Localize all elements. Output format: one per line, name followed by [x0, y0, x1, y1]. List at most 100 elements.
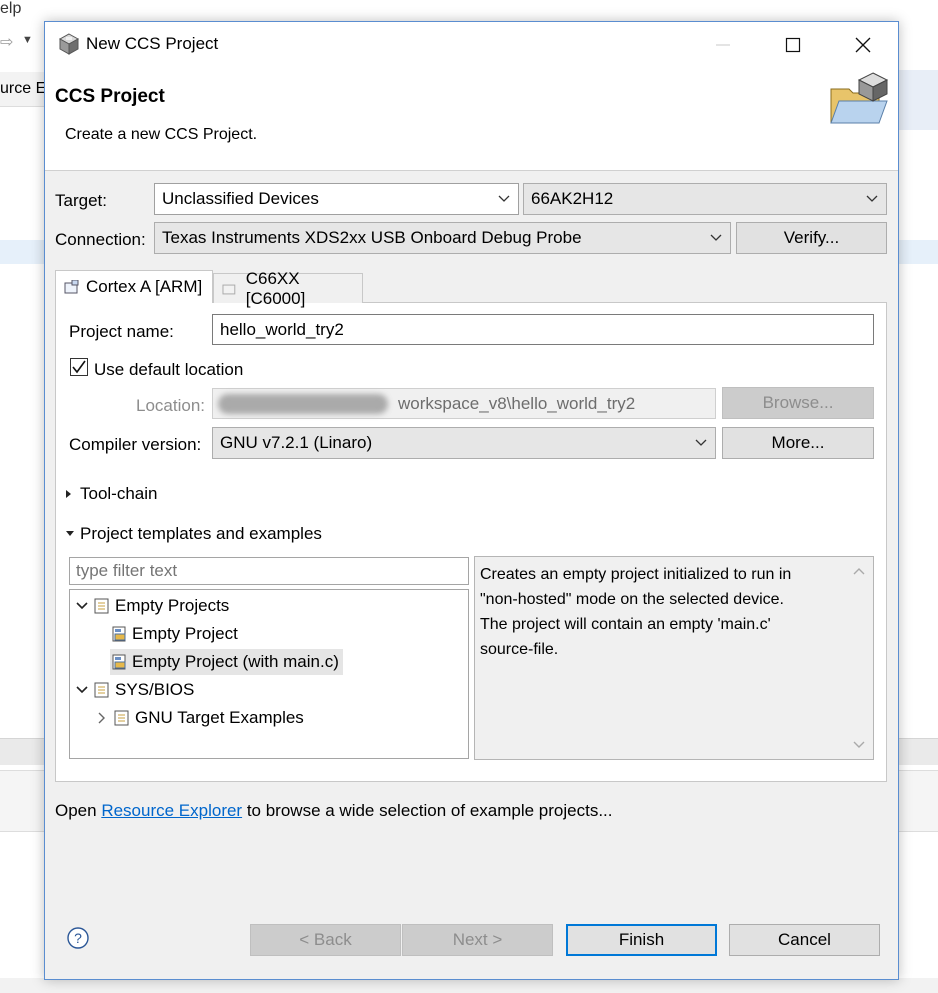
hint-prefix: Open	[55, 801, 102, 820]
help-icon[interactable]: ?	[67, 927, 89, 949]
templates-section-toggle[interactable]: Project templates and examples	[65, 524, 322, 544]
background-panel-area-right	[898, 770, 938, 832]
tree-item-empty-project-with-main[interactable]: Empty Project (with main.c)	[110, 649, 343, 675]
background-panel-strip	[0, 738, 46, 765]
core-icon	[64, 280, 79, 294]
background-panel-area	[0, 770, 46, 832]
scroll-up-icon[interactable]	[853, 567, 865, 575]
description-line: The project will contain an empty 'main.…	[480, 616, 771, 633]
scroll-down-icon[interactable]	[853, 741, 865, 749]
tree-item-empty-projects[interactable]: Empty Projects	[76, 593, 229, 619]
dropdown-arrow-icon: ▼	[22, 34, 33, 46]
expanded-arrow-icon	[66, 531, 74, 536]
more-button[interactable]: More...	[722, 427, 874, 459]
hint-suffix: to browse a wide selection of example pr…	[242, 801, 613, 820]
chevron-down-icon	[866, 195, 878, 202]
tab-label: Cortex A [ARM]	[86, 277, 203, 296]
cancel-button[interactable]: Cancel	[729, 924, 880, 956]
template-description-text: Creates an empty project initialized to …	[480, 562, 850, 662]
maximize-button[interactable]	[765, 22, 821, 67]
tree-item-gnu-target-examples[interactable]: GNU Target Examples	[98, 705, 304, 731]
collapsed-arrow-icon	[66, 490, 71, 498]
background-panel-strip-right	[898, 738, 938, 765]
verify-button[interactable]: Verify...	[736, 222, 887, 254]
redacted-path-blur	[218, 394, 388, 414]
description-line: "non-hosted" mode on the selected device…	[480, 591, 784, 608]
expanded-chevron-icon	[76, 602, 88, 610]
template-folder-icon	[94, 598, 109, 614]
connection-label: Connection:	[55, 230, 146, 249]
target-device-select[interactable]: 66AK2H12	[523, 183, 887, 215]
chevron-down-icon	[695, 439, 707, 446]
project-name-label: Project name:	[69, 322, 174, 341]
wizard-header: CCS Project Create a new CCS Project.	[45, 67, 898, 171]
background-toolbar: ⇨ ▼	[0, 26, 46, 62]
target-label: Target:	[55, 191, 107, 210]
template-folder-icon	[114, 710, 129, 726]
minimize-button[interactable]	[695, 22, 751, 67]
page-title: CCS Project	[55, 86, 165, 107]
background-status-bar	[0, 978, 938, 993]
close-icon	[855, 37, 871, 52]
use-default-location-checkbox[interactable]	[70, 358, 88, 376]
target-family-select[interactable]: Unclassified Devices	[154, 183, 519, 215]
background-selection-left	[0, 240, 46, 264]
target-family-value: Unclassified Devices	[162, 189, 319, 208]
connection-value: Texas Instruments XDS2xx USB Onboard Deb…	[162, 228, 582, 247]
ccs-cube-icon	[58, 33, 80, 55]
collapsed-chevron-icon	[98, 712, 105, 724]
project-template-icon	[112, 654, 126, 670]
project-name-input[interactable]: hello_world_try2	[212, 314, 874, 345]
next-button[interactable]: Next >	[402, 924, 553, 956]
toolchain-section-toggle[interactable]: Tool-chain	[65, 484, 158, 504]
browse-button[interactable]: Browse...	[722, 387, 874, 419]
background-selection-right	[898, 240, 938, 264]
minimize-icon	[716, 44, 730, 45]
expanded-chevron-icon	[76, 686, 88, 694]
background-menu-fragment: elp	[0, 0, 22, 17]
use-default-location-label: Use default location	[94, 360, 244, 379]
chevron-down-icon	[710, 234, 722, 241]
template-filter-input[interactable]	[69, 557, 469, 585]
chevron-down-icon	[498, 195, 510, 202]
close-button[interactable]	[835, 22, 891, 67]
tab-cortex-a-arm[interactable]: Cortex A [ARM]	[55, 270, 213, 303]
background-tab-fragment: urce E	[0, 72, 46, 107]
background-right-panel	[898, 70, 938, 130]
page-description: Create a new CCS Project.	[65, 126, 258, 143]
toolchain-section-label: Tool-chain	[80, 484, 158, 503]
forward-arrow-icon: ⇨	[0, 34, 14, 51]
tree-item-label: Empty Projects	[115, 596, 230, 615]
tree-item-label: Empty Project (with main.c)	[132, 652, 339, 671]
project-template-icon	[112, 626, 126, 642]
tree-item-sysbios[interactable]: SYS/BIOS	[76, 677, 194, 703]
svg-text:?: ?	[74, 930, 82, 946]
maximize-icon	[785, 37, 801, 52]
target-device-value: 66AK2H12	[531, 189, 614, 208]
tree-item-label: SYS/BIOS	[115, 680, 195, 699]
new-project-folder-icon	[830, 72, 889, 124]
template-tree: Empty Projects Empty Project Empty Proje…	[69, 589, 469, 759]
description-line: source-file.	[480, 641, 559, 658]
new-ccs-project-dialog: New CCS Project CCS Project Create a new…	[44, 21, 899, 980]
title-bar[interactable]: New CCS Project	[45, 22, 898, 67]
dialog-title: New CCS Project	[86, 34, 219, 53]
core-icon	[222, 284, 236, 294]
checkmark-icon	[72, 360, 86, 374]
tree-item-label: Empty Project	[132, 624, 238, 643]
template-description-box: Creates an empty project initialized to …	[474, 556, 874, 760]
compiler-version-value: GNU v7.2.1 (Linaro)	[220, 433, 373, 452]
connection-select[interactable]: Texas Instruments XDS2xx USB Onboard Deb…	[154, 222, 731, 254]
compiler-version-label: Compiler version:	[69, 435, 202, 454]
resource-explorer-link[interactable]: Resource Explorer	[101, 801, 242, 820]
templates-section-label: Project templates and examples	[80, 524, 322, 543]
tree-item-empty-project[interactable]: Empty Project	[112, 621, 238, 647]
compiler-version-select[interactable]: GNU v7.2.1 (Linaro)	[212, 427, 716, 459]
location-label: Location:	[136, 396, 205, 415]
resource-explorer-hint: Open Resource Explorer to browse a wide …	[55, 801, 613, 821]
back-button[interactable]: < Back	[250, 924, 401, 956]
tree-item-label: GNU Target Examples	[135, 708, 304, 727]
description-line: Creates an empty project initialized to …	[480, 566, 792, 583]
tab-c66xx-c6000[interactable]: C66XX [C6000]	[213, 269, 363, 308]
finish-button[interactable]: Finish	[566, 924, 717, 956]
